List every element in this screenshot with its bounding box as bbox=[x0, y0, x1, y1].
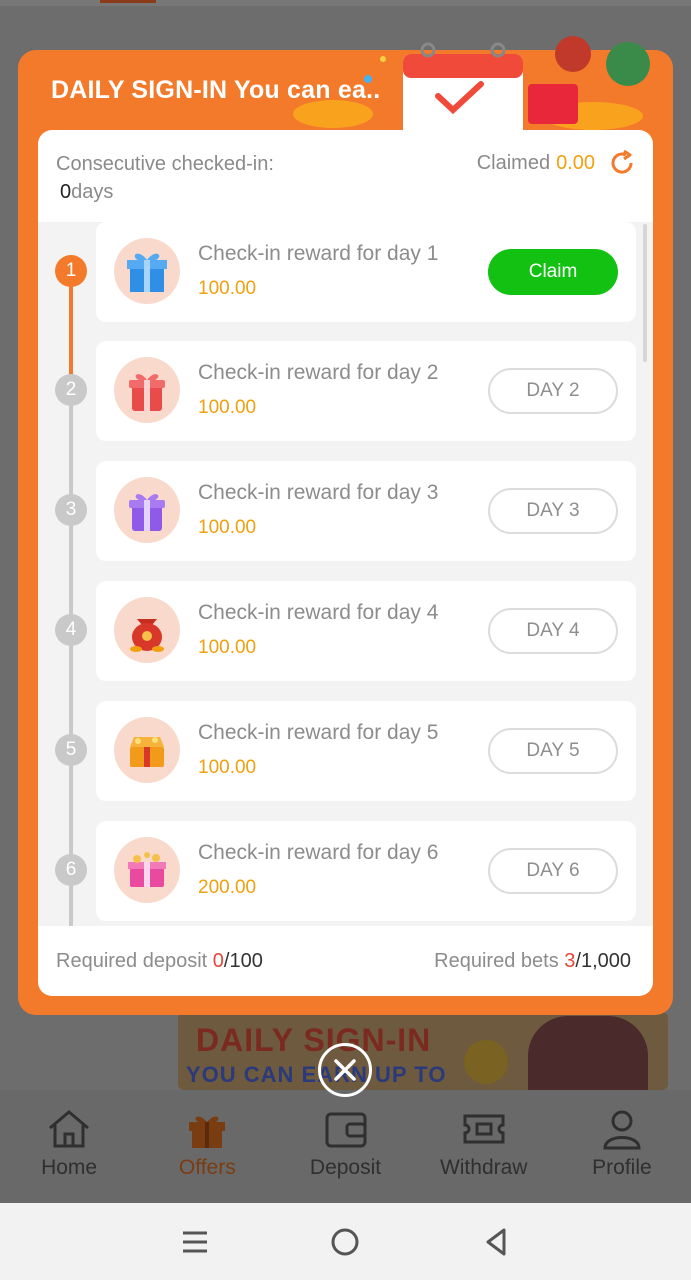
wallet-icon bbox=[325, 1112, 366, 1148]
reward-row: 6 Check-in reward for day 6 200.00 DAY 6 bbox=[38, 821, 653, 923]
home-circle-icon[interactable] bbox=[328, 1225, 362, 1259]
bottom-nav: Home Offers Deposit Withdraw Profile bbox=[0, 1090, 691, 1203]
nav-profile-label: Profile bbox=[592, 1156, 652, 1179]
consecutive-checkin: Consecutive checked-in: 0days bbox=[56, 150, 274, 206]
purple-gift-icon bbox=[114, 477, 180, 543]
step-indicator: 2 bbox=[55, 374, 87, 406]
step-indicator: 6 bbox=[55, 854, 87, 886]
step-indicator: 3 bbox=[55, 494, 87, 526]
close-icon bbox=[334, 1059, 356, 1081]
nav-offers[interactable]: Offers bbox=[138, 1090, 276, 1203]
reward-amount: 100.00 bbox=[198, 757, 257, 778]
nav-withdraw-label: Withdraw bbox=[439, 1156, 528, 1179]
daily-signin-banner: DAILY SIGN-IN YOU CAN EARN UP TO bbox=[178, 1012, 668, 1090]
money-bag-icon bbox=[114, 597, 180, 663]
reward-title: Check-in reward for day 5 bbox=[198, 721, 439, 744]
treasure-chest-icon bbox=[114, 717, 180, 783]
top-strip-accent bbox=[100, 0, 156, 3]
day-button[interactable]: DAY 4 bbox=[488, 608, 618, 654]
nav-deposit[interactable]: Deposit bbox=[276, 1090, 414, 1203]
reward-card: Check-in reward for day 2 100.00 DAY 2 bbox=[96, 341, 636, 441]
nav-home[interactable]: Home bbox=[0, 1090, 138, 1203]
top-strip bbox=[0, 0, 691, 6]
deposit-label: Required deposit bbox=[56, 950, 208, 972]
step-indicator: 5 bbox=[55, 734, 87, 766]
day-button[interactable]: DAY 2 bbox=[488, 368, 618, 414]
claim-button[interactable]: Claim bbox=[488, 249, 618, 295]
reward-row: 1 Check-in reward for day 1 100.00 Claim bbox=[38, 222, 653, 324]
reward-row: 4 Check-in reward for day 4 100.00 DAY 4 bbox=[38, 581, 653, 683]
close-button[interactable] bbox=[318, 1043, 372, 1097]
nav-home-label: Home bbox=[41, 1156, 98, 1179]
home-icon bbox=[49, 1110, 90, 1148]
reward-amount: 100.00 bbox=[198, 397, 257, 418]
ticket-icon bbox=[463, 1114, 505, 1144]
reward-amount: 100.00 bbox=[198, 278, 257, 299]
bets-total: /1,000 bbox=[575, 950, 631, 972]
banner-title: DAILY SIGN-IN bbox=[196, 1022, 432, 1058]
blue-gift-icon bbox=[114, 238, 180, 304]
banner-subtitle: YOU CAN EARN UP TO bbox=[186, 1062, 447, 1087]
nav-offers-label: Offers bbox=[178, 1156, 236, 1179]
reward-card: Check-in reward for day 4 100.00 DAY 4 bbox=[96, 581, 636, 681]
reward-amount: 200.00 bbox=[198, 877, 257, 898]
step-indicator: 4 bbox=[55, 614, 87, 646]
system-nav-bar bbox=[0, 1203, 691, 1280]
modal-content: Consecutive checked-in: 0days Claimed 0.… bbox=[38, 130, 653, 996]
reward-title: Check-in reward for day 4 bbox=[198, 601, 439, 624]
nav-withdraw[interactable]: Withdraw bbox=[415, 1090, 553, 1203]
reward-title: Check-in reward for day 3 bbox=[198, 481, 439, 504]
calendar-illustration bbox=[293, 36, 650, 130]
step-indicator: 1 bbox=[55, 255, 87, 287]
reward-amount: 100.00 bbox=[198, 517, 257, 538]
required-bets: Required bets 3/1,000 bbox=[434, 950, 631, 973]
day-button[interactable]: DAY 3 bbox=[488, 488, 618, 534]
nav-profile[interactable]: Profile bbox=[553, 1090, 691, 1203]
red-gift-icon bbox=[114, 357, 180, 423]
recent-apps-icon[interactable] bbox=[178, 1225, 212, 1259]
reward-title: Check-in reward for day 2 bbox=[198, 361, 439, 384]
reward-row: 5 Check-in reward for day 5 100.00 DAY 5 bbox=[38, 701, 653, 803]
person-icon bbox=[603, 1110, 641, 1150]
day-button[interactable]: DAY 5 bbox=[488, 728, 618, 774]
deposit-total: /100 bbox=[223, 950, 263, 972]
pirate-illustration bbox=[528, 1016, 648, 1090]
bets-current: 3 bbox=[564, 950, 576, 972]
consecutive-label: Consecutive checked-in: bbox=[56, 153, 274, 175]
refresh-icon[interactable] bbox=[607, 148, 637, 178]
reward-row: 2 Check-in reward for day 2 100.00 DAY 2 bbox=[38, 341, 653, 443]
consecutive-days: 0days bbox=[56, 178, 274, 206]
required-deposit: Required deposit 0/100 bbox=[56, 950, 263, 973]
reward-card: Check-in reward for day 6 200.00 DAY 6 bbox=[96, 821, 636, 921]
reward-title: Check-in reward for day 6 bbox=[198, 841, 439, 864]
requirements-footer: Required deposit 0/100 Required bets 3/1… bbox=[56, 950, 631, 973]
day-button[interactable]: DAY 6 bbox=[488, 848, 618, 894]
reward-title: Check-in reward for day 1 bbox=[198, 242, 439, 265]
gold-gift-box-icon bbox=[114, 837, 180, 903]
reward-amount: 100.00 bbox=[198, 637, 257, 658]
claimed-total: Claimed 0.00 bbox=[477, 148, 637, 178]
reward-card: Check-in reward for day 5 100.00 DAY 5 bbox=[96, 701, 636, 801]
reward-list[interactable]: 1 Check-in reward for day 1 100.00 Claim… bbox=[38, 222, 653, 926]
consecutive-value: 0 bbox=[60, 181, 72, 203]
claimed-value: 0.00 bbox=[556, 151, 595, 174]
claimed-label: Claimed bbox=[476, 151, 551, 174]
bets-label: Required bets bbox=[434, 950, 559, 972]
coin-icon bbox=[464, 1040, 508, 1084]
back-icon[interactable] bbox=[479, 1225, 513, 1259]
deposit-current: 0 bbox=[212, 950, 224, 972]
reward-row: 3 Check-in reward for day 3 100.00 DAY 3 bbox=[38, 461, 653, 563]
consecutive-unit: days bbox=[71, 181, 114, 203]
daily-signin-modal: DAILY SIGN-IN You can ea.. Consecutive c… bbox=[18, 36, 673, 1015]
nav-deposit-label: Deposit bbox=[309, 1156, 382, 1179]
reward-card: Check-in reward for day 3 100.00 DAY 3 bbox=[96, 461, 636, 561]
reward-card: Check-in reward for day 1 100.00 Claim bbox=[96, 222, 636, 322]
gift-icon bbox=[189, 1116, 226, 1148]
